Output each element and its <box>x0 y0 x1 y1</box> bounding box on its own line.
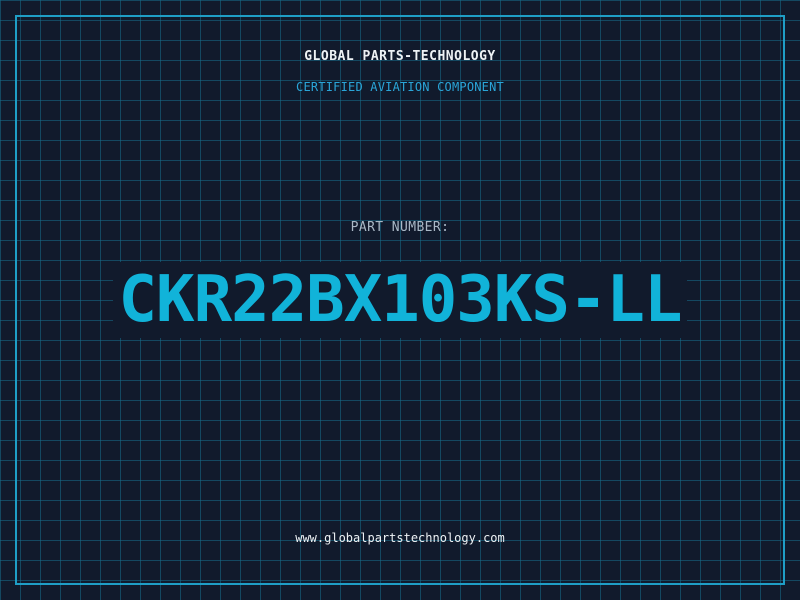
part-number-label: PART NUMBER: <box>350 220 450 235</box>
website-url: www.globalpartstechnology.com <box>295 531 505 545</box>
part-number-value: CKR22BX103KS-LL <box>112 262 688 338</box>
part-number-container: CKR22BX103KS-LL <box>0 262 800 338</box>
certification-tagline: CERTIFIED AVIATION COMPONENT <box>296 80 504 94</box>
part-card: GLOBAL PARTS-TECHNOLOGY CERTIFIED AVIATI… <box>0 0 800 600</box>
company-name: GLOBAL PARTS-TECHNOLOGY <box>304 49 496 64</box>
